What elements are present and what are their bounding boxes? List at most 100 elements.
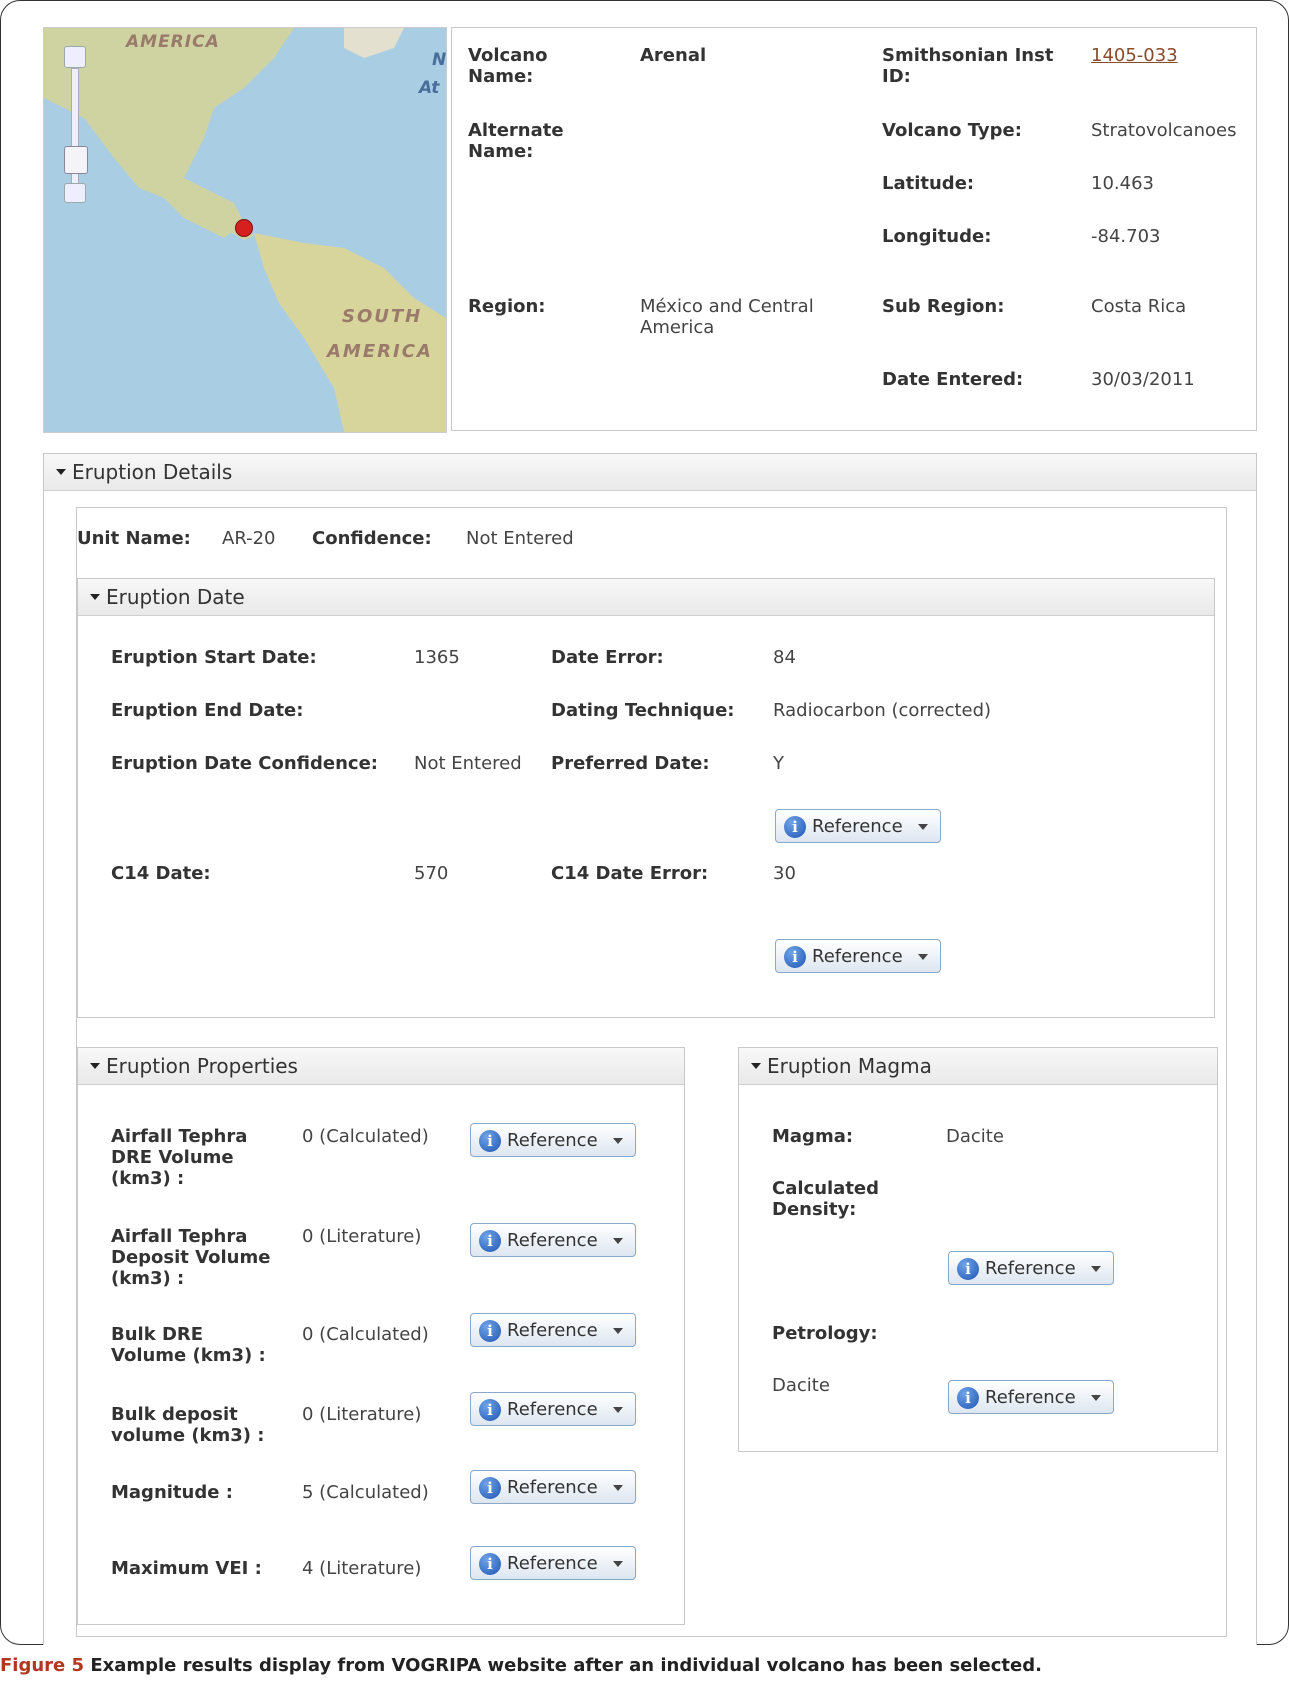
c14-date: 570 bbox=[414, 863, 449, 884]
info-icon: i bbox=[784, 946, 806, 968]
reference-button[interactable]: i Reference bbox=[948, 1251, 1114, 1285]
info-icon: i bbox=[479, 1320, 501, 1342]
zoom-track[interactable] bbox=[71, 68, 79, 200]
c14-error-label: C14 Date Error: bbox=[551, 863, 709, 884]
reference-label: Reference bbox=[812, 816, 903, 837]
location-map[interactable]: AMERICA N At SOUTH AMERICA bbox=[43, 27, 447, 433]
reference-button[interactable]: i Reference bbox=[470, 1223, 636, 1257]
smithsonian-label: Smithsonian Inst ID: bbox=[882, 45, 1054, 87]
start-date: 1365 bbox=[414, 647, 460, 668]
reference-label: Reference bbox=[507, 1477, 598, 1498]
date-error: 84 bbox=[773, 647, 796, 668]
end-date-label: Eruption End Date: bbox=[111, 700, 304, 721]
property-value: 0 (Literature) bbox=[302, 1404, 422, 1425]
info-icon: i bbox=[957, 1258, 979, 1280]
magma: Dacite bbox=[946, 1126, 1004, 1147]
date-error-label: Date Error: bbox=[551, 647, 664, 668]
reference-label: Reference bbox=[812, 946, 903, 967]
eruption-details-header[interactable]: Eruption Details bbox=[44, 454, 1256, 491]
reference-label: Reference bbox=[507, 1553, 598, 1574]
preferred-date-label: Preferred Date: bbox=[551, 753, 710, 774]
property-label: Bulk deposit volume (km3) : bbox=[111, 1404, 265, 1446]
eruption-properties-panel: Eruption Properties Airfall Tephra DRE V… bbox=[77, 1047, 685, 1625]
volcano-name-label: Volcano Name: bbox=[468, 45, 548, 87]
eruption-details-panel: Eruption Details Unit Name: AR-20 Confid… bbox=[43, 453, 1257, 1645]
dropdown-arrow-icon bbox=[613, 1328, 623, 1334]
eruption-properties-title: Eruption Properties bbox=[106, 1054, 298, 1078]
collapse-triangle-icon bbox=[751, 1062, 761, 1069]
dropdown-arrow-icon bbox=[613, 1561, 623, 1567]
latitude: 10.463 bbox=[1091, 173, 1154, 194]
property-value: 5 (Calculated) bbox=[302, 1482, 429, 1503]
eruption-magma-title: Eruption Magma bbox=[767, 1054, 932, 1078]
zoom-out-button[interactable] bbox=[64, 183, 86, 203]
map-label-south-america: AMERICA bbox=[327, 341, 433, 362]
volcano-type: Stratovolcanoes bbox=[1091, 120, 1237, 141]
property-label: Airfall Tephra DRE Volume (km3) : bbox=[111, 1126, 248, 1189]
reference-label: Reference bbox=[985, 1387, 1076, 1408]
smithsonian-id-link[interactable]: 1405-033 bbox=[1091, 45, 1178, 66]
reference-button[interactable]: i Reference bbox=[948, 1380, 1114, 1414]
map-label-south: SOUTH bbox=[342, 306, 423, 327]
eruption-details-inner: Unit Name: AR-20 Confidence: Not Entered… bbox=[76, 507, 1227, 1637]
date-entered: 30/03/2011 bbox=[1091, 369, 1195, 390]
reference-button[interactable]: i Reference bbox=[775, 939, 941, 973]
dropdown-arrow-icon bbox=[918, 824, 928, 830]
dropdown-arrow-icon bbox=[1091, 1395, 1101, 1401]
zoom-in-button[interactable] bbox=[64, 46, 86, 68]
map-label-america: AMERICA bbox=[126, 32, 220, 52]
reference-button[interactable]: i Reference bbox=[470, 1546, 636, 1580]
property-label: Maximum VEI : bbox=[111, 1558, 262, 1579]
info-icon: i bbox=[479, 1399, 501, 1421]
c14-error: 30 bbox=[773, 863, 796, 884]
info-icon: i bbox=[479, 1230, 501, 1252]
dropdown-arrow-icon bbox=[613, 1485, 623, 1491]
map-label-north: N bbox=[432, 50, 447, 70]
date-confidence: Not Entered bbox=[414, 753, 522, 774]
collapse-triangle-icon bbox=[56, 468, 66, 475]
property-label: Bulk DRE Volume (km3) : bbox=[111, 1324, 266, 1366]
reference-button[interactable]: i Reference bbox=[470, 1313, 636, 1347]
property-value: 0 (Literature) bbox=[302, 1226, 422, 1247]
figure-caption: Figure 5 Example results display from VO… bbox=[0, 1655, 1042, 1676]
reference-button[interactable]: i Reference bbox=[470, 1470, 636, 1504]
info-icon: i bbox=[957, 1387, 979, 1409]
info-icon: i bbox=[479, 1477, 501, 1499]
eruption-date-title: Eruption Date bbox=[106, 585, 245, 609]
volcano-name: Arenal bbox=[640, 45, 707, 66]
volcano-info-panel: Volcano Name: Arenal Smithsonian Inst ID… bbox=[451, 27, 1257, 431]
reference-label: Reference bbox=[507, 1399, 598, 1420]
date-confidence-label: Eruption Date Confidence: bbox=[111, 753, 378, 774]
magma-label: Magma: bbox=[772, 1126, 854, 1147]
caption-text: Example results display from VOGRIPA web… bbox=[84, 1655, 1042, 1676]
dropdown-arrow-icon bbox=[613, 1138, 623, 1144]
unit-name: AR-20 bbox=[222, 528, 276, 549]
reference-button[interactable]: i Reference bbox=[470, 1123, 636, 1157]
eruption-magma-header[interactable]: Eruption Magma bbox=[739, 1048, 1217, 1085]
info-icon: i bbox=[784, 816, 806, 838]
confidence: Not Entered bbox=[466, 528, 574, 549]
reference-button[interactable]: i Reference bbox=[470, 1392, 636, 1426]
info-icon: i bbox=[479, 1130, 501, 1152]
volcano-marker-icon[interactable] bbox=[235, 219, 253, 237]
dropdown-arrow-icon bbox=[1091, 1266, 1101, 1272]
subregion: Costa Rica bbox=[1091, 296, 1187, 317]
reference-button[interactable]: i Reference bbox=[775, 809, 941, 843]
zoom-handle[interactable] bbox=[64, 146, 88, 174]
eruption-date-header[interactable]: Eruption Date bbox=[78, 579, 1214, 616]
region-label: Region: bbox=[468, 296, 546, 317]
latitude-label: Latitude: bbox=[882, 173, 975, 194]
figure-number: Figure 5 bbox=[0, 1655, 85, 1676]
subregion-label: Sub Region: bbox=[882, 296, 1005, 317]
longitude: -84.703 bbox=[1091, 226, 1161, 247]
eruption-details-title: Eruption Details bbox=[72, 460, 233, 484]
property-value: 4 (Literature) bbox=[302, 1558, 422, 1579]
collapse-triangle-icon bbox=[90, 593, 100, 600]
info-icon: i bbox=[479, 1553, 501, 1575]
date-entered-label: Date Entered: bbox=[882, 369, 1024, 390]
c14-date-label: C14 Date: bbox=[111, 863, 211, 884]
eruption-properties-header[interactable]: Eruption Properties bbox=[78, 1048, 684, 1085]
dating-technique-label: Dating Technique: bbox=[551, 700, 735, 721]
dropdown-arrow-icon bbox=[918, 954, 928, 960]
map-label-atlantic: At bbox=[419, 78, 440, 98]
